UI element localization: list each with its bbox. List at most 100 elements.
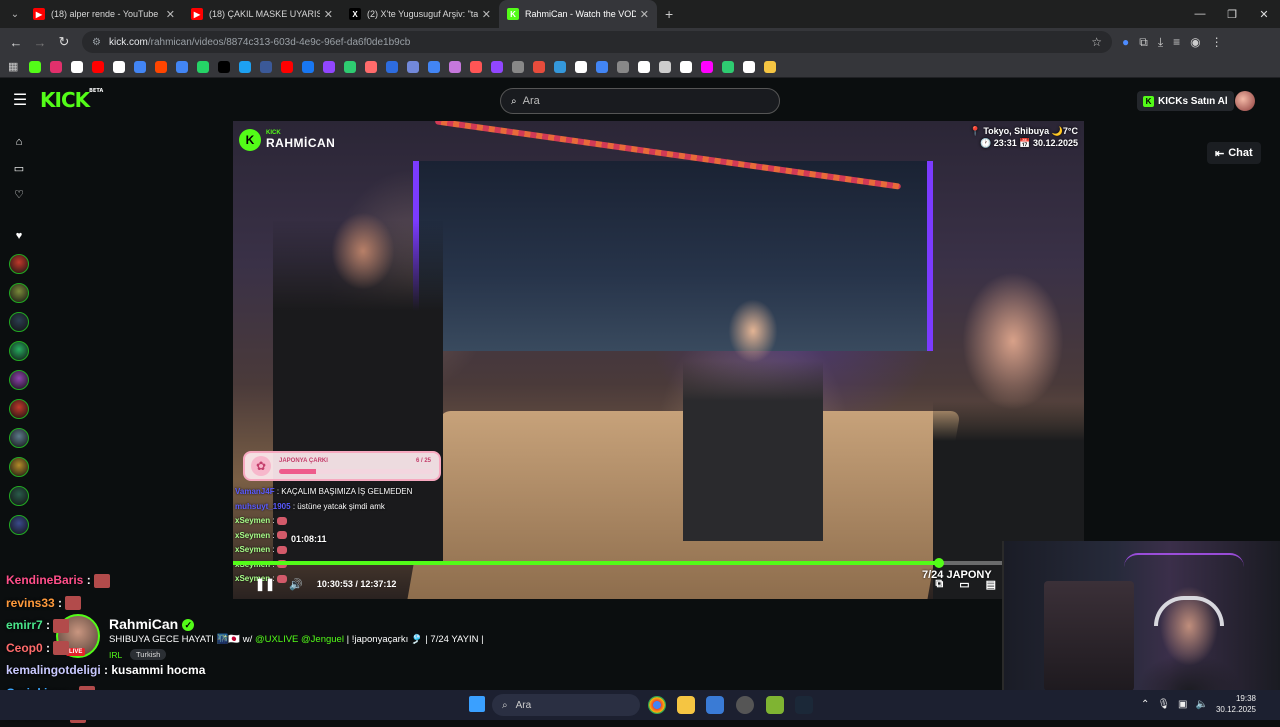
- bookmark-favicon-icon[interactable]: [218, 60, 231, 73]
- tab-close-icon[interactable]: ✕: [640, 8, 649, 21]
- bookmark-star-icon[interactable]: ☆: [1091, 35, 1102, 49]
- bookmark-favicon-icon[interactable]: [92, 60, 105, 73]
- file-explorer-icon[interactable]: [677, 696, 695, 714]
- tab-search-chevron-icon[interactable]: ⌄: [5, 4, 25, 24]
- seek-bar[interactable]: [233, 558, 1084, 568]
- bookmark-favicon-icon[interactable]: [386, 60, 399, 73]
- media-control-icon[interactable]: ≡: [1173, 35, 1180, 49]
- bookmark-favicon-icon[interactable]: [155, 60, 168, 73]
- speaker-icon[interactable]: 🔈: [1196, 699, 1208, 710]
- pip-icon[interactable]: ⧉: [935, 578, 943, 591]
- bookmark-favicon-icon[interactable]: [344, 60, 357, 73]
- kicks-buy-button[interactable]: K KICKs Satın Al: [1137, 91, 1234, 111]
- download-icon[interactable]: ⤓: [1158, 35, 1163, 50]
- apps-grid-icon[interactable]: ▦: [8, 60, 18, 73]
- bookmark-favicon-icon[interactable]: [407, 60, 420, 73]
- microphone-icon[interactable]: 🎙: [1157, 699, 1170, 710]
- theater-icon[interactable]: ▭: [959, 578, 969, 591]
- pause-icon[interactable]: ❚❚: [255, 577, 275, 591]
- followed-channel-avatar[interactable]: [9, 312, 29, 332]
- followed-channel-avatar[interactable]: [9, 515, 29, 535]
- profile-icon[interactable]: ◉: [1190, 35, 1200, 49]
- bookmark-favicon-icon[interactable]: [554, 60, 567, 73]
- bookmark-favicon-icon[interactable]: [428, 60, 441, 73]
- video-player[interactable]: K KICK RAHMİCAN 📍 Tokyo, Shibuya 🌙7°C 🕐 …: [233, 121, 1084, 599]
- steam-icon[interactable]: [795, 696, 813, 714]
- tab-close-icon[interactable]: ✕: [166, 8, 175, 21]
- cast-icon[interactable]: ▤: [986, 578, 996, 591]
- app-icon[interactable]: [766, 696, 784, 714]
- network-icon[interactable]: ▣: [1178, 699, 1187, 710]
- bookmark-favicon-icon[interactable]: [470, 60, 483, 73]
- mention-link[interactable]: @UXLIVE: [255, 634, 298, 645]
- bookmark-favicon-icon[interactable]: [638, 60, 651, 73]
- extension-icon[interactable]: ●: [1122, 35, 1129, 49]
- bookmark-favicon-icon[interactable]: [596, 60, 609, 73]
- home-icon[interactable]: ⌂: [0, 129, 38, 155]
- chrome-icon[interactable]: [648, 696, 666, 714]
- bookmark-favicon-icon[interactable]: [659, 60, 672, 73]
- bookmark-favicon-icon[interactable]: [239, 60, 252, 73]
- kick-logo[interactable]: KICKBETA: [40, 88, 103, 112]
- bookmark-favicon-icon[interactable]: [449, 60, 462, 73]
- tray-chevron-icon[interactable]: ⌃: [1141, 699, 1149, 710]
- new-tab-icon[interactable]: +: [665, 6, 673, 22]
- bookmark-favicon-icon[interactable]: [575, 60, 588, 73]
- followed-channel-avatar[interactable]: [9, 399, 29, 419]
- chat-toggle-button[interactable]: ⇤ Chat: [1207, 142, 1261, 164]
- site-info-icon[interactable]: ⚙: [92, 37, 101, 48]
- bookmark-favicon-icon[interactable]: [281, 60, 294, 73]
- followed-channel-avatar[interactable]: [9, 341, 29, 361]
- browser-tab[interactable]: ▶ (18) alper rende - YouTube ✕: [25, 0, 183, 28]
- hamburger-menu-icon[interactable]: ☰: [0, 90, 40, 110]
- browser-menu-icon[interactable]: ⋮: [1211, 35, 1223, 49]
- bookmark-favicon-icon[interactable]: [302, 60, 315, 73]
- bookmark-favicon-icon[interactable]: [50, 60, 63, 73]
- followed-channel-avatar[interactable]: [9, 283, 29, 303]
- windows-start-icon[interactable]: [469, 696, 485, 712]
- bookmark-favicon-icon[interactable]: [113, 60, 126, 73]
- followed-channel-avatar[interactable]: [9, 428, 29, 448]
- address-bar[interactable]: ⚙ kick.com /rahmican/videos/8874c313-603…: [82, 31, 1112, 53]
- restore-icon[interactable]: ❐: [1216, 8, 1248, 21]
- bookmark-favicon-icon[interactable]: [134, 60, 147, 73]
- taskbar-search[interactable]: ⌕ Ara: [492, 694, 640, 716]
- bookmark-favicon-icon[interactable]: [29, 60, 42, 73]
- minimize-icon[interactable]: —: [1184, 8, 1216, 20]
- bookmark-favicon-icon[interactable]: [743, 60, 756, 73]
- followed-channel-avatar[interactable]: [9, 486, 29, 506]
- back-icon[interactable]: ←: [4, 35, 28, 50]
- browse-icon[interactable]: ▭: [0, 155, 38, 181]
- bookmark-favicon-icon[interactable]: [260, 60, 273, 73]
- volume-icon[interactable]: 🔊: [289, 578, 303, 591]
- following-heart-icon[interactable]: ♡: [0, 181, 38, 207]
- bookmark-favicon-icon[interactable]: [197, 60, 210, 73]
- browser-tab[interactable]: ▶ (18) ÇAKIL MASKE UYARISI VİR ✕: [183, 0, 341, 28]
- bookmark-favicon-icon[interactable]: [680, 60, 693, 73]
- bookmark-favicon-icon[interactable]: [533, 60, 546, 73]
- bookmark-favicon-icon[interactable]: [764, 60, 777, 73]
- close-window-icon[interactable]: ✕: [1248, 8, 1280, 21]
- bookmark-favicon-icon[interactable]: [617, 60, 630, 73]
- bookmark-favicon-icon[interactable]: [491, 60, 504, 73]
- bookmark-favicon-icon[interactable]: [323, 60, 336, 73]
- clock[interactable]: 19:38 30.12.2025: [1216, 693, 1256, 715]
- tab-close-icon[interactable]: ✕: [482, 8, 491, 21]
- reload-icon[interactable]: ↻: [52, 34, 76, 50]
- search-input[interactable]: ⌕ Ara: [500, 88, 780, 114]
- bookmark-favicon-icon[interactable]: [722, 60, 735, 73]
- user-avatar[interactable]: [1235, 91, 1255, 111]
- forward-icon[interactable]: →: [28, 35, 52, 50]
- bookmark-favicon-icon[interactable]: [71, 60, 84, 73]
- followed-channel-avatar[interactable]: [9, 457, 29, 477]
- puzzle-icon[interactable]: ⧉: [1139, 35, 1148, 50]
- photos-icon[interactable]: [706, 696, 724, 714]
- bookmark-favicon-icon[interactable]: [365, 60, 378, 73]
- obs-icon[interactable]: [736, 696, 754, 714]
- bookmark-favicon-icon[interactable]: [176, 60, 189, 73]
- tab-close-icon[interactable]: ✕: [324, 8, 333, 21]
- bookmark-favicon-icon[interactable]: [701, 60, 714, 73]
- followed-channel-avatar[interactable]: [9, 370, 29, 390]
- followed-channel-avatar[interactable]: [9, 254, 29, 274]
- bookmark-favicon-icon[interactable]: [512, 60, 525, 73]
